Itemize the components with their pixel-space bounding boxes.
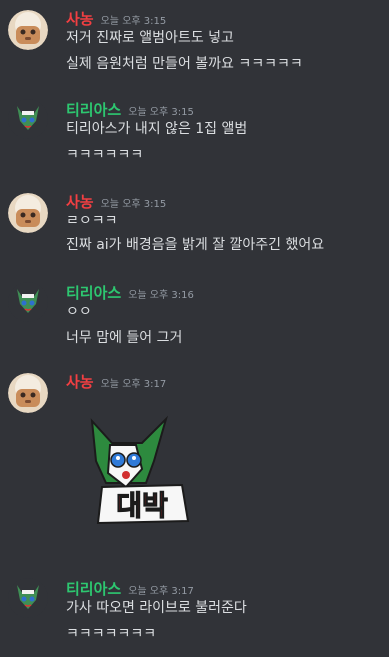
message-text: 진짜 ai가 배경음을 밝게 잘 깔아주긴 했어요 [66,237,325,253]
message-text: 가사 따오면 라이브로 불러준다 [66,600,247,616]
timestamp: 오늘 오후 3:15 [128,107,194,118]
sticker-image[interactable]: 대박 [84,401,204,531]
message-text: ㅋㅋㅋㅋㅋㅋㅋ [66,626,157,642]
author-name[interactable]: 티리아스 [66,578,121,599]
timestamp: 오늘 오후 3:17 [128,586,194,597]
avatar[interactable] [8,10,48,50]
message-text: 너무 맘에 들어 그거 [66,330,183,346]
svg-text:대박: 대박 [116,489,168,522]
message-text: ㄹㅇㅋㅋ [66,213,118,229]
timestamp: 오늘 오후 3:15 [100,199,167,210]
timestamp: 오늘 오후 3:16 [128,290,194,301]
avatar[interactable] [8,578,48,618]
message-text: ㅇㅇ [66,304,92,320]
author-name[interactable]: 티리아스 [66,99,121,120]
message-text: 저거 진짜로 앨범아트도 넣고 [66,30,234,46]
timestamp: 오늘 오후 3:15 [100,16,167,27]
author-name[interactable]: 사농 [66,8,94,29]
avatar[interactable] [8,373,48,413]
avatar[interactable] [8,99,48,139]
author-name[interactable]: 티리아스 [66,282,121,303]
message-text: 티리아스가 내지 않은 1집 앨범 [66,121,248,137]
timestamp: 오늘 오후 3:17 [100,379,167,390]
avatar[interactable] [8,193,48,233]
message-text: 실제 음원처럼 만들어 볼까요 ㅋㅋㅋㅋㅋ [66,56,303,72]
avatar[interactable] [8,282,48,322]
message-text: ㅋㅋㅋㅋㅋㅋ [66,147,144,163]
author-name[interactable]: 사농 [66,191,94,212]
author-name[interactable]: 사농 [66,371,94,392]
